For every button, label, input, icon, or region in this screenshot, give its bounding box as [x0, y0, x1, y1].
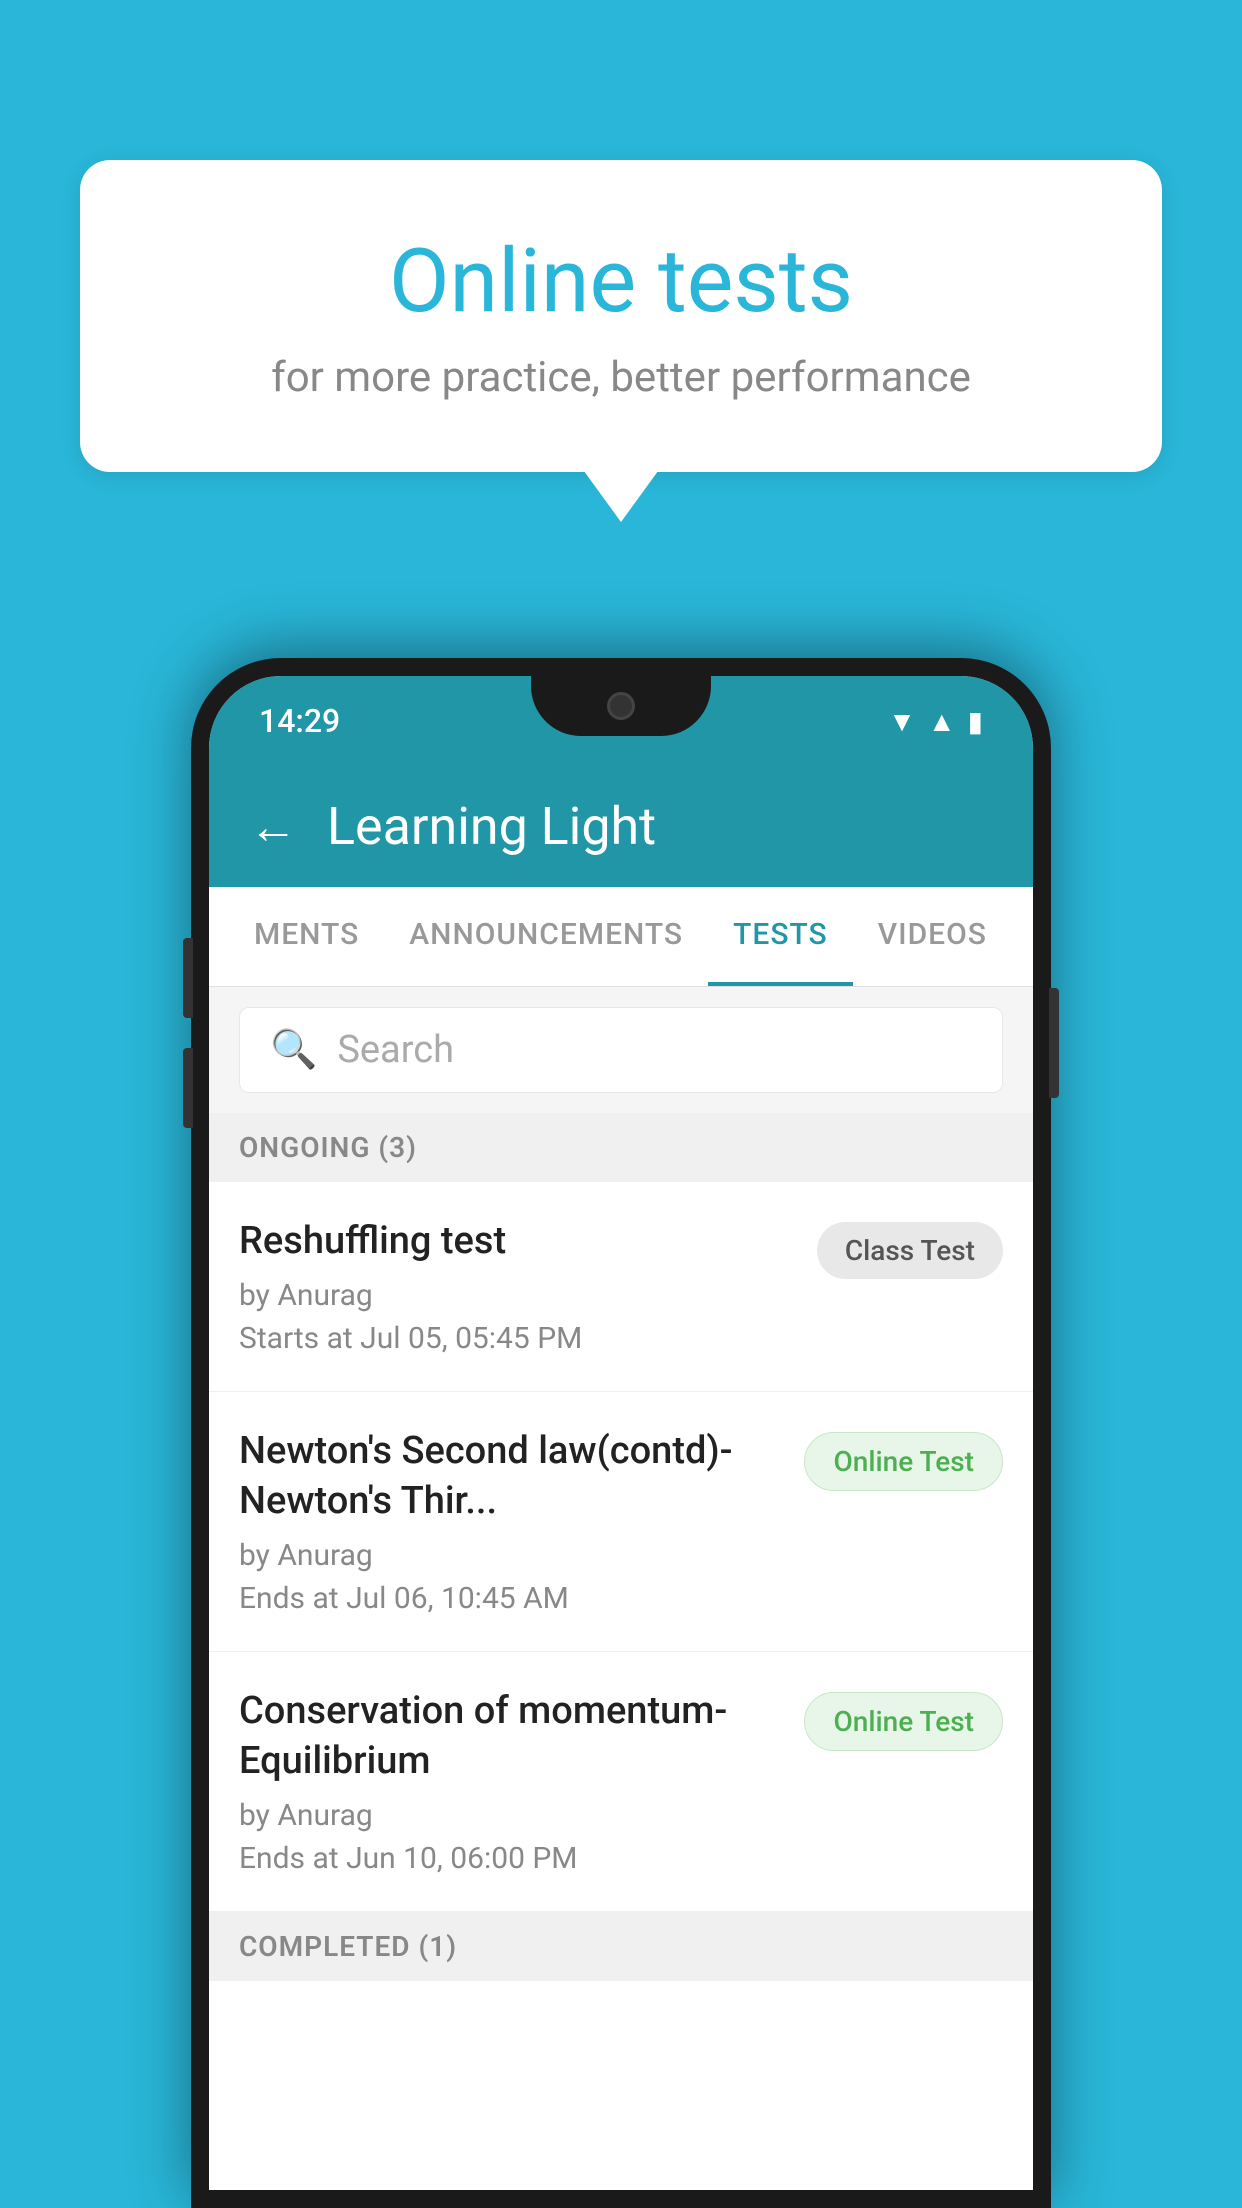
status-icons: ▼ ▲ ▮: [888, 705, 983, 738]
camera: [607, 692, 635, 720]
tab-announcements[interactable]: ANNOUNCEMENTS: [384, 887, 708, 986]
test-time-value-2: Jul 06, 10:45 AM: [346, 1581, 569, 1616]
test-author-2: by Anurag: [239, 1538, 784, 1573]
test-info-2: Newton's Second law(contd)-Newton's Thir…: [239, 1427, 804, 1616]
ongoing-section-header: ONGOING (3): [209, 1113, 1033, 1182]
completed-section-header: COMPLETED (1): [209, 1912, 1033, 1981]
volume-button-up: [183, 938, 193, 1018]
phone-screen: 14:29 ▼ ▲ ▮ ← Learning Light MENTS ANNOU…: [209, 676, 1033, 2190]
test-info-1: Reshuffling test by Anurag Starts at Jul…: [239, 1217, 817, 1356]
speech-bubble: Online tests for more practice, better p…: [80, 160, 1162, 472]
search-bar[interactable]: 🔍 Search: [239, 1007, 1003, 1093]
test-time-value-3: Jun 10, 06:00 PM: [346, 1841, 577, 1876]
tab-tests[interactable]: TESTS: [708, 887, 853, 986]
speech-bubble-container: Online tests for more practice, better p…: [80, 160, 1162, 472]
status-bar: 14:29 ▼ ▲ ▮: [209, 676, 1033, 766]
test-info-3: Conservation of momentum-Equilibrium by …: [239, 1687, 804, 1876]
tab-videos[interactable]: VIDEOS: [853, 887, 1012, 986]
phone-outer: 14:29 ▼ ▲ ▮ ← Learning Light MENTS ANNOU…: [191, 658, 1051, 2208]
test-author-1: by Anurag: [239, 1278, 797, 1313]
test-name-1: Reshuffling test: [239, 1217, 797, 1266]
app-header: ← Learning Light: [209, 766, 1033, 887]
test-time-2: Ends at Jul 06, 10:45 AM: [239, 1581, 784, 1616]
test-time-label-2: Ends at: [239, 1581, 339, 1616]
search-container: 🔍 Search: [209, 987, 1033, 1113]
wifi-icon: ▼: [888, 705, 916, 738]
search-icon: 🔍: [270, 1028, 317, 1072]
status-time: 14:29: [259, 702, 340, 740]
test-badge-1: Class Test: [817, 1222, 1003, 1279]
test-name-3: Conservation of momentum-Equilibrium: [239, 1687, 784, 1786]
test-time-1: Starts at Jul 05, 05:45 PM: [239, 1321, 797, 1356]
bubble-subtitle: for more practice, better performance: [160, 353, 1082, 402]
test-item-3[interactable]: Conservation of momentum-Equilibrium by …: [209, 1652, 1033, 1912]
phone-mockup: 14:29 ▼ ▲ ▮ ← Learning Light MENTS ANNOU…: [191, 658, 1051, 2208]
battery-icon: ▮: [968, 705, 983, 738]
signal-icon: ▲: [928, 705, 956, 738]
test-author-3: by Anurag: [239, 1798, 784, 1833]
test-time-label-3: Ends at: [239, 1841, 339, 1876]
tabs-bar: MENTS ANNOUNCEMENTS TESTS VIDEOS: [209, 887, 1033, 987]
power-button: [1049, 988, 1059, 1098]
test-item-1[interactable]: Reshuffling test by Anurag Starts at Jul…: [209, 1182, 1033, 1392]
bubble-title: Online tests: [160, 230, 1082, 333]
test-badge-2: Online Test: [804, 1432, 1003, 1491]
search-placeholder: Search: [337, 1028, 454, 1072]
completed-label: COMPLETED (1): [239, 1930, 457, 1963]
test-name-2: Newton's Second law(contd)-Newton's Thir…: [239, 1427, 784, 1526]
back-button[interactable]: ←: [249, 798, 297, 855]
test-time-value-1: Jul 05, 05:45 PM: [360, 1321, 582, 1356]
notch: [531, 676, 711, 736]
tab-ments[interactable]: MENTS: [229, 887, 384, 986]
test-time-3: Ends at Jun 10, 06:00 PM: [239, 1841, 784, 1876]
app-title: Learning Light: [327, 796, 656, 857]
ongoing-label: ONGOING (3): [239, 1131, 417, 1164]
test-item-2[interactable]: Newton's Second law(contd)-Newton's Thir…: [209, 1392, 1033, 1652]
test-time-label-1: Starts at: [239, 1321, 353, 1356]
test-badge-3: Online Test: [804, 1692, 1003, 1751]
volume-button-down: [183, 1048, 193, 1128]
